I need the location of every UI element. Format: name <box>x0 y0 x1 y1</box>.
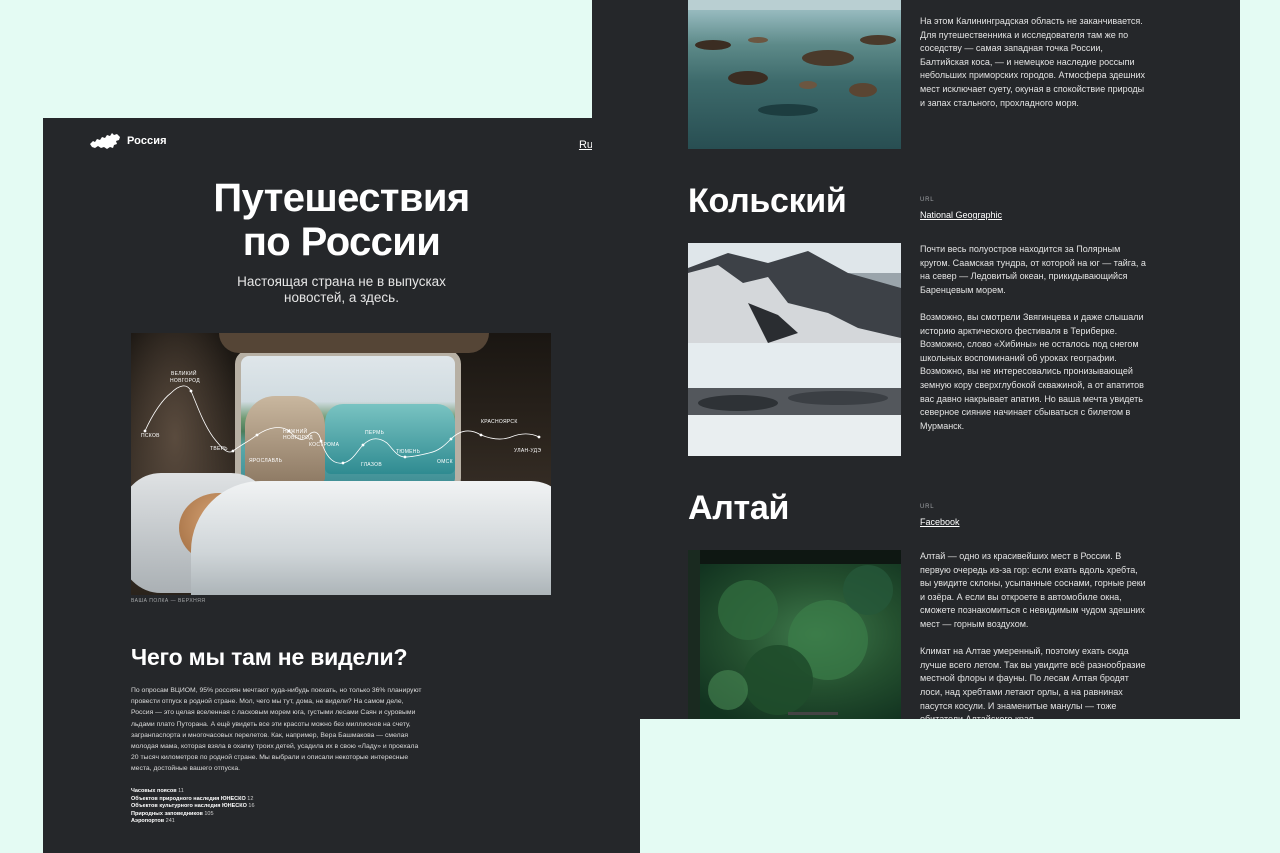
hero-title: Путешествия по России <box>43 176 640 264</box>
hero-subtitle: Настоящая страна не в выпусках новостей,… <box>237 274 446 305</box>
kola-description: Почти весь полуостров находится за Поляр… <box>920 243 1146 433</box>
stats-list: Часовых поясов 11 Объектов природного на… <box>131 788 255 826</box>
altai-url-label: URL <box>920 504 935 510</box>
hero-photo: ВЕЛИКИЙ НОВГОРОД ПСКОВ ТВЕРЬ ЯРОСЛАВЛЬ Н… <box>131 333 551 595</box>
route-point-pskov <box>143 429 147 433</box>
stat-value: 105 <box>204 810 214 817</box>
altai-paragraph-2: Климат на Алтае умеренный, поэтому ехать… <box>920 646 1146 719</box>
top-nav: Россия Ru En <box>89 130 609 160</box>
stat-value: 16 <box>248 803 255 810</box>
main-page-panel: Россия Ru En Путешествия по России Насто… <box>43 118 640 853</box>
route-label-nizhny-2: НОВГОРОД <box>283 435 313 441</box>
stat-row: Часовых поясов 11 <box>131 788 255 796</box>
route-point-omsk <box>449 437 453 441</box>
route-map-overlay: ВЕЛИКИЙ НОВГОРОД ПСКОВ ТВЕРЬ ЯРОСЛАВЛЬ Н… <box>141 369 541 468</box>
route-point-yaroslavl <box>255 433 259 437</box>
kaliningrad-shore-art <box>688 0 901 116</box>
route-point-perm <box>361 443 365 447</box>
route-point-glazov <box>341 461 345 465</box>
hero-title-line-2: по России <box>242 220 441 264</box>
lang-ru-link[interactable]: Ru <box>579 139 593 151</box>
altai-photo <box>688 550 901 719</box>
kola-url-label: URL <box>920 197 935 203</box>
kaliningrad-photo <box>688 0 901 149</box>
destinations-panel: На этом Калининградская область не закан… <box>592 0 1240 719</box>
altai-forest-art <box>688 550 901 719</box>
kaliningrad-text: На этом Калининградская область не закан… <box>920 16 1145 108</box>
route-label-krasnoyarsk: КРАСНОЯРСК <box>481 419 518 425</box>
section-title: Чего мы там не видели? <box>131 644 408 670</box>
route-label-tver: ТВЕРЬ <box>210 446 228 452</box>
route-label-omsk: ОМСК <box>437 459 453 465</box>
stat-label: Часовых поясов <box>131 788 177 794</box>
russia-map-icon <box>90 133 120 149</box>
kola-photo <box>688 243 901 456</box>
route-label-tyumen: ТЮМЕНЬ <box>396 449 421 455</box>
altai-description: Алтай — одно из красивейших мест в Росси… <box>920 550 1146 719</box>
route-point-tver <box>231 449 235 453</box>
section-body: По опросам ВЦИОМ, 95% россиян мечтают ку… <box>131 687 422 773</box>
route-label-yaroslavl: ЯРОСЛАВЛЬ <box>249 458 283 464</box>
photo-caption: ВАША ПОЛКА — ВЕРХНЯЯ <box>131 598 206 604</box>
stat-label: Объектов природного наследия ЮНЕСКО <box>131 795 246 802</box>
stat-label: Природных заповедников <box>131 810 203 817</box>
route-label-nizhny: НИЖНИЙ <box>283 427 308 435</box>
stat-row: Аэропортов 241 <box>131 818 255 826</box>
route-point-tyumen <box>403 455 407 459</box>
route-label-kostroma: КОСТРОМА <box>309 442 340 448</box>
altai-source-link[interactable]: Facebook <box>920 517 960 527</box>
kola-title: Кольский <box>688 182 847 220</box>
stat-value: 11 <box>178 788 184 794</box>
stat-value: 241 <box>165 818 175 825</box>
kola-landscape-art <box>688 243 901 456</box>
stat-value: 12 <box>247 795 254 802</box>
kola-paragraph-1: Почти весь полуостров находится за Поляр… <box>920 244 1146 295</box>
route-label-ulan-ude: УЛАН-УДЭ <box>514 448 541 454</box>
route-label-perm: ПЕРМЬ <box>365 430 385 436</box>
logo[interactable]: Россия <box>89 130 167 152</box>
stat-row: Природных заповедников 105 <box>131 811 255 819</box>
logo-text: Россия <box>127 135 167 147</box>
stat-label: Объектов культурного наследия ЮНЕСКО <box>131 803 247 810</box>
route-label-novgorod: НОВГОРОД <box>170 378 200 384</box>
kola-paragraph-2: Возможно, вы смотрели Звягинцева и даже … <box>920 311 1144 431</box>
stat-row: Объектов культурного наследия ЮНЕСКО 16 <box>131 803 255 811</box>
route-label-pskov: ПСКОВ <box>141 433 160 439</box>
kola-source-link[interactable]: National Geographic <box>920 210 1002 220</box>
hero-title-line-1: Путешествия <box>213 176 470 220</box>
route-point-ulan-ude <box>537 435 541 439</box>
route-label-velikiy: ВЕЛИКИЙ <box>171 369 197 377</box>
altai-title: Алтай <box>688 489 790 527</box>
altai-paragraph-1: Алтай — одно из красивейших мест в Росси… <box>920 551 1146 629</box>
stat-label: Аэропортов <box>131 818 165 825</box>
route-point-novgorod <box>189 389 193 393</box>
route-label-glazov: ГЛАЗОВ <box>361 462 382 468</box>
route-point-krasnoyarsk <box>479 433 483 437</box>
